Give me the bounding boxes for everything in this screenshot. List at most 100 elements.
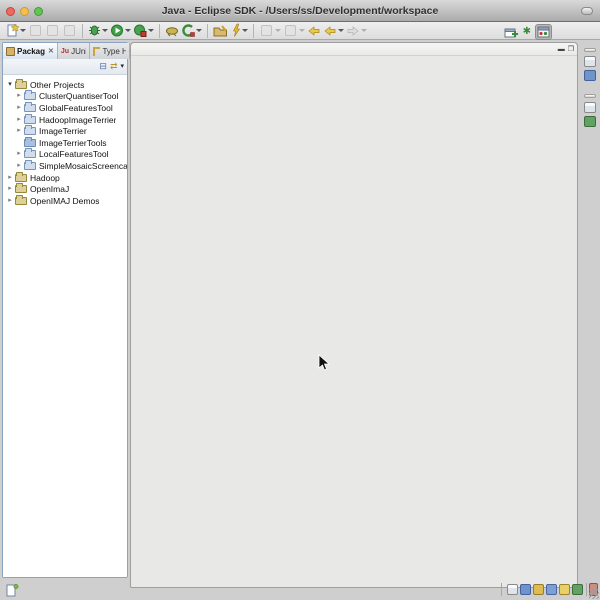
link-with-editor-icon[interactable]: ⇄ [110,62,118,71]
project-folder-icon [24,92,36,100]
tree-item-other-projects[interactable]: ▾ Other Projects [3,79,127,91]
new-wizard-button[interactable] [4,23,27,39]
chevron-collapsed-icon[interactable]: ▸ [15,162,23,170]
chevron-collapsed-icon[interactable]: ▸ [6,174,14,182]
java-perspective-button[interactable] [535,24,552,40]
project-folder-icon [24,104,36,112]
view-stack-handle[interactable] [584,48,596,52]
view-tab-strip: Packag ✕ Ju JUnit Type H ▬ ❐ [3,43,127,59]
minimized-view-icon-6[interactable] [572,584,583,595]
working-set-icon [15,81,27,89]
toolbar-separator [253,24,254,38]
tab-label: Type H [102,47,125,56]
window-titlebar[interactable]: Java - Eclipse SDK - /Users/ss/Developme… [0,0,600,22]
back-button[interactable] [322,23,345,39]
perspective-bar: ✱ [503,24,552,40]
tree-item-hadoop[interactable]: ▸ Hadoop [3,172,127,184]
fast-view-bar-icon[interactable] [5,583,19,597]
maximize-editor-button[interactable]: ❐ [568,45,574,53]
view-menu-icon[interactable]: ▾ [120,62,124,71]
project-folder-icon [24,162,36,170]
minimized-sync-view-icon[interactable] [584,116,596,127]
chevron-collapsed-icon[interactable]: ▸ [15,104,23,112]
window-resize-grip[interactable] [589,589,599,599]
run-button[interactable] [109,23,132,39]
eclipse-window: Java - Eclipse SDK - /Users/ss/Developme… [0,0,600,600]
chevron-collapsed-icon[interactable]: ▸ [15,92,23,100]
ant-icon [165,24,179,38]
package-explorer-icon [6,47,15,56]
minimize-window-button[interactable] [20,7,29,16]
folder-icon [24,139,36,147]
junit-icon: Ju [61,48,69,55]
tree-item-clusterquantisertool[interactable]: ▸ ClusterQuantiserTool [3,91,127,103]
trim-separator [586,583,587,596]
tab-type-hierarchy[interactable]: Type H [90,43,130,59]
zoom-window-button[interactable] [34,7,43,16]
tab-package-explorer[interactable]: Packag ✕ [3,43,58,59]
java-search-button[interactable] [212,23,229,39]
chevron-collapsed-icon[interactable]: ▸ [15,116,23,124]
other-perspective-button[interactable]: ✱ [522,24,532,40]
close-window-button[interactable] [6,7,15,16]
tree-item-simplemosaicscreencast[interactable]: ▸ SimpleMosaicScreencast [3,160,127,172]
debug-button[interactable] [87,23,109,39]
forward-arrow-icon [346,24,360,38]
chevron-collapsed-icon[interactable]: ▸ [6,197,14,205]
window-title: Java - Eclipse SDK - /Users/ss/Developme… [0,5,600,17]
minimized-view-icon-4[interactable] [546,584,557,595]
tree-item-globalfeaturestool[interactable]: ▸ GlobalFeaturesTool [3,102,127,114]
ant-button[interactable] [164,23,180,39]
project-tree: ▾ Other Projects ▸ ClusterQuantiserTool … [3,75,127,577]
last-edit-arrow-icon [307,24,321,38]
chevron-down-icon [148,29,154,32]
tree-item-hadoopimageterrier[interactable]: ▸ HadoopImageTerrier [3,114,127,126]
collapse-all-icon[interactable]: ⊟ [99,62,107,71]
working-set-icon [15,174,27,182]
project-folder-icon [24,116,36,124]
run-last-launched-button[interactable] [229,23,249,39]
perspective-star-icon: ✱ [523,27,531,37]
external-tools-button[interactable] [132,23,155,39]
tab-label: Packag [17,47,45,56]
print-button [61,23,78,39]
back-arrow-icon [323,24,337,38]
minimized-view-icon-3[interactable] [533,584,544,595]
tree-item-localfeaturestool[interactable]: ▸ LocalFeaturesTool [3,149,127,161]
tree-item-imageterrier[interactable]: ▸ ImageTerrier [3,125,127,137]
editor-tab-area: ▬ ❐ [131,43,577,56]
external-tools-icon [133,23,147,38]
chevron-down-icon [361,29,367,32]
chevron-expanded-icon[interactable]: ▾ [6,81,14,89]
toolbar-toggle-button[interactable] [581,7,593,15]
last-edit-location-button[interactable] [306,23,322,39]
minimized-view-icon-1[interactable] [507,584,518,595]
window-controls [6,0,43,22]
chevron-collapsed-icon[interactable]: ▸ [15,150,23,158]
minimized-outline-view-icon[interactable] [584,70,596,81]
coverage-button[interactable] [180,23,203,39]
chevron-collapsed-icon[interactable]: ▸ [15,127,23,135]
chevron-down-icon [102,29,108,32]
chevron-collapsed-icon[interactable]: ▸ [6,185,14,193]
close-icon[interactable]: ✕ [48,47,54,55]
minimized-view-icon-2[interactable] [520,584,531,595]
minimized-view-icon-5[interactable] [559,584,570,595]
coverage-icon [181,23,195,38]
open-perspective-button[interactable] [503,24,519,40]
chevron-down-icon [20,29,26,32]
tree-item-openimaj[interactable]: ▸ OpenImaJ [3,183,127,195]
tree-item-openimaj-demos[interactable]: ▸ OpenIMAJ Demos [3,195,127,207]
forward-button [345,23,368,39]
open-perspective-icon [504,26,518,39]
restore-view-icon[interactable] [584,56,596,67]
tree-item-imageterriertools[interactable]: ImageTerrierTools [3,137,127,149]
minimize-editor-button[interactable]: ▬ [558,46,565,53]
tab-junit[interactable]: Ju JUnit [58,43,90,59]
editor-area[interactable]: ▬ ❐ [130,42,578,588]
bottom-trim-bar [0,580,600,600]
restore-view-icon[interactable] [584,102,596,113]
chevron-down-icon [196,29,202,32]
project-folder-icon [24,127,36,135]
view-stack-handle[interactable] [584,94,596,98]
